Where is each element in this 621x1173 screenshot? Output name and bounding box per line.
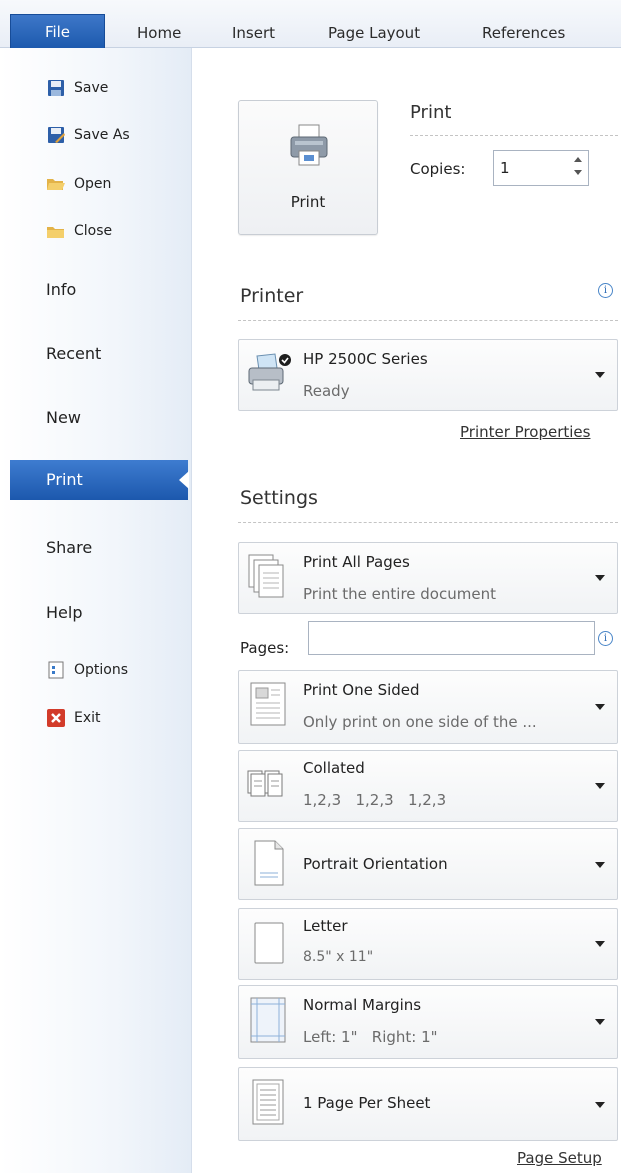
save-label: Save xyxy=(74,80,109,96)
printer-properties-link[interactable]: Printer Properties xyxy=(460,423,590,441)
print-range-title: Print All Pages xyxy=(303,553,410,571)
open-label: Open xyxy=(74,176,112,192)
collation-subtitle: 1,2,3 1,2,3 1,2,3 xyxy=(303,791,447,809)
paper-size-subtitle: 8.5" x 11" xyxy=(303,949,374,965)
tab-insert[interactable]: Insert xyxy=(232,0,275,48)
options-label: Options xyxy=(74,662,129,678)
save-as-icon xyxy=(48,127,65,143)
paper-size-icon xyxy=(254,922,284,964)
print-button-label: Print xyxy=(290,193,326,211)
printer-name: HP 2500C Series xyxy=(303,350,428,368)
nav-info[interactable]: Info xyxy=(0,270,192,310)
save-as-command[interactable]: Save As xyxy=(46,123,130,147)
margins-title: Normal Margins xyxy=(303,996,422,1014)
sides-subtitle: Only print on one side of the ... xyxy=(303,713,537,731)
tab-references[interactable]: References xyxy=(482,0,565,48)
nav-print[interactable]: Print xyxy=(10,460,189,500)
open-folder-icon xyxy=(47,179,65,190)
print-range-dropdown[interactable]: Print All Pages Print the entire documen… xyxy=(238,542,618,614)
exit-command[interactable]: Exit xyxy=(46,706,101,730)
options-icon xyxy=(48,661,64,679)
printer-device-icon xyxy=(248,353,291,391)
divider xyxy=(410,135,618,136)
print-heading: Print xyxy=(410,102,452,123)
printer-heading: Printer xyxy=(240,285,304,307)
sides-title: Print One Sided xyxy=(303,681,420,699)
collation-dropdown[interactable]: Collated 1,2,3 1,2,3 1,2,3 xyxy=(238,750,618,822)
paper-size-dropdown[interactable]: Letter 8.5" x 11" xyxy=(238,908,618,980)
pages-input[interactable] xyxy=(308,621,595,655)
collation-title: Collated xyxy=(303,759,365,777)
all-pages-icon xyxy=(248,554,284,598)
printer-icon xyxy=(290,124,328,166)
copies-spinner[interactable] xyxy=(570,153,586,183)
close-label: Close xyxy=(74,223,113,239)
margins-subtitle: Left: 1" Right: 1" xyxy=(303,1028,438,1046)
spin-up-icon[interactable] xyxy=(574,157,582,162)
close-folder-icon xyxy=(47,227,64,238)
margins-icon xyxy=(250,997,286,1043)
save-command[interactable]: Save xyxy=(46,76,108,100)
one-sided-icon xyxy=(250,682,286,726)
nav-print-label: Print xyxy=(46,470,83,489)
save-icon xyxy=(48,80,64,96)
open-command[interactable]: Open xyxy=(46,172,111,196)
chevron-down-icon xyxy=(595,704,605,710)
print-button[interactable]: Print xyxy=(238,100,378,235)
pages-per-sheet-title: 1 Page Per Sheet xyxy=(303,1094,431,1112)
tab-page-layout[interactable]: Page Layout xyxy=(328,0,420,48)
chevron-down-icon xyxy=(595,783,605,789)
exit-label: Exit xyxy=(74,710,101,726)
orientation-dropdown[interactable]: Portrait Orientation xyxy=(238,828,618,900)
chevron-down-icon xyxy=(595,941,605,947)
print-pane: Print Print Copies: 1 Printer i HP 2500C… xyxy=(193,48,621,1173)
chevron-down-icon xyxy=(595,1102,605,1108)
orientation-title: Portrait Orientation xyxy=(303,855,448,873)
divider xyxy=(238,320,618,321)
nav-share[interactable]: Share xyxy=(0,528,192,568)
pages-label: Pages: xyxy=(240,639,290,657)
spin-down-icon[interactable] xyxy=(574,170,582,175)
save-as-label: Save As xyxy=(74,127,130,143)
info-icon[interactable]: i xyxy=(598,631,613,646)
nav-help[interactable]: Help xyxy=(0,593,192,633)
pages-per-sheet-dropdown[interactable]: 1 Page Per Sheet xyxy=(238,1067,618,1141)
printer-dropdown[interactable]: HP 2500C Series Ready xyxy=(238,339,618,411)
nav-new[interactable]: New xyxy=(0,398,192,438)
sides-dropdown[interactable]: Print One Sided Only print on one side o… xyxy=(238,670,618,744)
tab-file[interactable]: File xyxy=(10,14,105,48)
chevron-down-icon xyxy=(595,1019,605,1025)
tab-home[interactable]: Home xyxy=(137,0,181,48)
print-range-subtitle: Print the entire document xyxy=(303,585,496,603)
portrait-icon xyxy=(254,840,284,886)
selection-notch xyxy=(179,471,189,489)
info-icon[interactable]: i xyxy=(598,283,613,298)
copies-input[interactable]: 1 xyxy=(493,150,589,186)
chevron-down-icon xyxy=(595,575,605,581)
paper-size-title: Letter xyxy=(303,917,348,935)
close-command[interactable]: Close xyxy=(46,219,112,243)
exit-icon xyxy=(47,709,65,727)
ribbon-tab-bar: File Home Insert Page Layout References xyxy=(0,0,621,48)
pages-per-sheet-icon xyxy=(252,1079,284,1125)
options-command[interactable]: Options xyxy=(46,658,128,682)
chevron-down-icon xyxy=(595,372,605,378)
divider xyxy=(238,522,618,523)
collated-icon xyxy=(247,770,283,797)
page-setup-link[interactable]: Page Setup xyxy=(517,1149,602,1167)
printer-status: Ready xyxy=(303,382,350,400)
copies-value: 1 xyxy=(500,159,510,177)
nav-recent[interactable]: Recent xyxy=(0,334,192,374)
copies-label: Copies: xyxy=(410,160,466,178)
backstage-nav: Save Save As Open Close Info Recent New … xyxy=(0,48,192,1173)
margins-dropdown[interactable]: Normal Margins Left: 1" Right: 1" xyxy=(238,985,618,1059)
settings-heading: Settings xyxy=(240,487,318,509)
chevron-down-icon xyxy=(595,862,605,868)
